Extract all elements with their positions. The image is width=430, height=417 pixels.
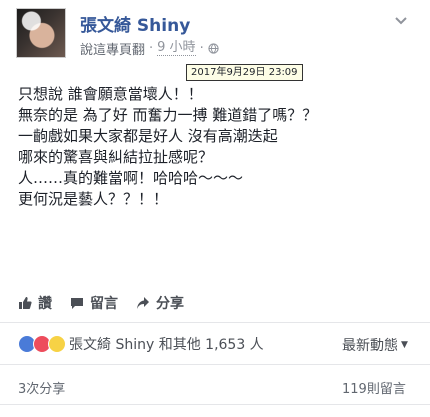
comment-count[interactable]: 119則留言 [342, 378, 406, 397]
post-line: 更何況是藝人？？！！ [18, 190, 169, 208]
post-meta: 說這專頁翻 · 9 小時 · [80, 39, 219, 58]
action-bar: 讚 留言 分享 [18, 293, 202, 313]
post-line: 哪來的驚喜與糾結拉扯感呢？ [18, 148, 214, 166]
post-line: 一齣戲如果大家都是好人 沒有高潮迭起 [18, 127, 278, 145]
sad-reaction-icon [48, 335, 66, 353]
divider [0, 364, 430, 365]
sort-label: 最新動態 [342, 338, 398, 354]
globe-icon [208, 42, 219, 54]
comment-sort-dropdown[interactable]: 最新動態 ▼ [342, 336, 408, 354]
like-label: 讚 [38, 296, 52, 312]
sort-arrow-icon: ▼ [401, 340, 408, 350]
post-time[interactable]: 9 小時 [157, 40, 196, 56]
divider [0, 322, 430, 323]
reaction-text: 張文綺 Shiny 和其他 1,653 人 [69, 337, 264, 353]
post-line: 只想說 誰會願意當壞人！！ [18, 85, 203, 103]
meta-separator: · [149, 40, 154, 56]
share-button[interactable]: 分享 [136, 293, 184, 313]
meta-separator-2: · [199, 40, 204, 56]
comment-icon [71, 298, 83, 309]
post-line: 無奈的是 為了好 而奮力一搏 難道錯了嗎？？ [18, 106, 318, 124]
comment-button[interactable]: 留言 [70, 293, 118, 313]
divider [0, 404, 430, 405]
author-name[interactable]: 張文綺 Shiny [80, 11, 190, 36]
chevron-down-icon[interactable] [393, 12, 409, 28]
reaction-summary[interactable]: 張文綺 Shiny 和其他 1,653 人 [18, 334, 264, 354]
post-line: 人……真的難當啊！哈哈哈～～～ [18, 169, 244, 187]
post-card: 張文綺 Shiny 說這專頁翻 · 9 小時 · 2017年9月29日 23:0… [0, 0, 430, 417]
share-arrow-icon [137, 297, 149, 309]
translation-link[interactable]: 說這專頁翻 [80, 39, 145, 58]
share-count[interactable]: 3次分享 [18, 378, 65, 397]
avatar[interactable] [16, 8, 66, 58]
share-label: 分享 [156, 296, 184, 312]
like-button[interactable]: 讚 [18, 293, 52, 313]
comment-label: 留言 [90, 296, 118, 312]
reaction-icons [18, 335, 66, 353]
post-body: 只想說 誰會願意當壞人！！ 無奈的是 為了好 而奮力一搏 難道錯了嗎？？ 一齣戲… [18, 84, 422, 210]
thumbs-up-icon [19, 297, 32, 309]
timestamp-tooltip: 2017年9月29日 23:09 [186, 64, 303, 81]
